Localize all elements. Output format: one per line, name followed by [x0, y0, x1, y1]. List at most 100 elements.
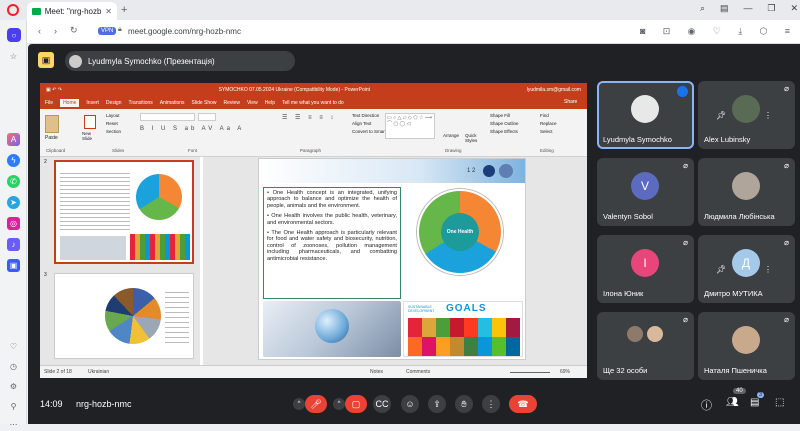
leave-call-button[interactable]: ☎︎: [509, 395, 537, 413]
participant-name: Lyudmyla Symochko: [603, 135, 672, 144]
eye-icon[interactable]: ◉: [688, 26, 696, 37]
new-slide-button[interactable]: [84, 115, 96, 129]
camera-icon[interactable]: ◙: [640, 26, 645, 37]
mic-dropdown-icon[interactable]: ^: [293, 398, 305, 410]
settings-icon[interactable]: ⚙: [7, 380, 20, 393]
participant-avatar: [647, 326, 663, 342]
ppt-tab[interactable]: Review: [224, 100, 240, 106]
text-direction-button[interactable]: Text Direction: [352, 113, 379, 118]
activities-icon[interactable]: ⬚: [775, 397, 784, 408]
whatsapp-icon[interactable]: ✆: [7, 175, 20, 188]
align-text-button[interactable]: Align Text: [352, 121, 371, 126]
shape-effects-button[interactable]: Shape Effects: [490, 129, 518, 134]
instagram-icon[interactable]: ◎: [7, 217, 20, 230]
forward-icon[interactable]: ›: [54, 26, 57, 36]
telegram-icon[interactable]: ➤: [7, 196, 20, 209]
url-text[interactable]: meet.google.com/nrg-hozb-nmc: [128, 27, 241, 36]
participant-tile[interactable]: Ще 32 особи ⌀: [597, 312, 694, 380]
camera-off-button[interactable]: ▢: [345, 395, 367, 413]
people-icon[interactable]: 👥︎: [726, 397, 739, 408]
search-tabs-icon[interactable]: ⌕: [700, 3, 705, 14]
shape-fill-button[interactable]: Shape Fill: [490, 113, 510, 118]
select-button[interactable]: Select: [540, 129, 553, 134]
download-icon[interactable]: ⤓: [738, 26, 742, 37]
info-icon[interactable]: ⓘ: [701, 397, 712, 413]
new-tab-button[interactable]: +: [121, 4, 127, 16]
ppt-tab[interactable]: Design: [106, 100, 122, 106]
find-button[interactable]: Find: [540, 113, 549, 118]
ppt-tab[interactable]: Slide Show: [192, 100, 217, 106]
participant-tile[interactable]: Alex Lubinsky ⌀ 📌︎ ⋮: [698, 81, 795, 149]
more-vert-icon[interactable]: ⋮: [764, 265, 772, 274]
player-icon[interactable]: ▣: [7, 259, 20, 272]
more-options-button[interactable]: ⋮: [482, 395, 500, 413]
music-icon[interactable]: ♪: [7, 238, 20, 251]
slide-thumbnail-3[interactable]: [54, 273, 194, 359]
participant-tile[interactable]: Lyudmyla Symochko: [597, 81, 694, 149]
shapes-gallery[interactable]: ▭ ○ △ ▱ ◇ ⬠ ☆ ⟶ ⌒ ▢ ◯ ◁: [385, 113, 435, 139]
ppt-tab[interactable]: Tell me what you want to do: [282, 100, 344, 106]
favorites-icon[interactable]: ♡: [7, 340, 20, 353]
opera-logo-icon[interactable]: [7, 4, 19, 16]
minimize-icon[interactable]: —: [743, 3, 752, 14]
layout-button[interactable]: Layout: [106, 113, 120, 118]
more-vert-icon[interactable]: ⋮: [764, 111, 772, 120]
zoom-slider[interactable]: [510, 372, 550, 373]
pin-icon[interactable]: 📌︎: [716, 111, 726, 120]
ppt-tab[interactable]: Help: [265, 100, 275, 106]
quick-styles-button[interactable]: Quick Styles: [465, 133, 487, 143]
participant-tile[interactable]: I Ілона Юник ⌀: [597, 235, 694, 303]
messenger-icon[interactable]: ϟ: [7, 154, 20, 167]
participant-tile[interactable]: Людмила Любінська ⌀: [698, 158, 795, 226]
participant-tile[interactable]: V Valentyn Sobol ⌀: [597, 158, 694, 226]
status-comments[interactable]: Comments: [406, 369, 430, 375]
replace-button[interactable]: Replace: [540, 121, 557, 126]
history-icon[interactable]: ◷: [7, 360, 20, 373]
vpn-badge[interactable]: VPN: [98, 27, 117, 35]
emoji-button[interactable]: ☺: [401, 395, 419, 413]
heart-icon[interactable]: ♡: [713, 26, 721, 37]
snapshot-icon[interactable]: ⊡: [663, 26, 671, 37]
tab-snap-icon[interactable]: ▤: [720, 3, 729, 14]
present-screen-button[interactable]: ⇪: [428, 395, 446, 413]
slide-thumbnail-2[interactable]: [54, 160, 194, 264]
font-format-buttons[interactable]: B I U S ab AV Aa A: [140, 126, 244, 132]
camera-dropdown-icon[interactable]: ^: [333, 398, 345, 410]
reload-icon[interactable]: ↻: [70, 25, 78, 36]
menu-icon[interactable]: ≡: [785, 26, 790, 37]
ppt-tab[interactable]: Animations: [160, 100, 185, 106]
pin-icon[interactable]: 📌︎: [716, 265, 726, 274]
star-icon[interactable]: ☆: [7, 50, 20, 63]
paragraph-buttons[interactable]: ☰ ☰ ≡ ≡ ↕: [282, 114, 336, 121]
ppt-tab[interactable]: File: [45, 100, 53, 106]
ppt-tab[interactable]: Transitions: [129, 100, 153, 106]
participant-tile[interactable]: Д Дмитро МУТИКА ⌀ 📌︎ ⋮: [698, 235, 795, 303]
pin-icon[interactable]: ⚲: [7, 400, 20, 413]
reset-button[interactable]: Reset: [106, 121, 118, 126]
browser-tab[interactable]: Meet: "nrg-hozb-... ✕: [27, 2, 117, 20]
back-icon[interactable]: ‹: [38, 26, 41, 36]
raise-hand-button[interactable]: ✋︎: [455, 395, 473, 413]
ppt-tab[interactable]: View: [247, 100, 258, 106]
shape-outline-button[interactable]: Shape Outline: [490, 121, 519, 126]
ppt-share-button[interactable]: Share: [564, 99, 577, 105]
more-icon[interactable]: ⋯: [7, 418, 20, 431]
maximize-icon[interactable]: ❐: [767, 3, 775, 14]
close-tab-icon[interactable]: ✕: [105, 7, 112, 16]
participant-tile[interactable]: Наталя Пшеничка ⌀: [698, 312, 795, 380]
mic-off-button[interactable]: 🎤︎: [305, 395, 327, 413]
close-window-icon[interactable]: ✕: [790, 3, 798, 14]
captions-button[interactable]: CC: [373, 395, 391, 413]
font-name-box[interactable]: [140, 113, 195, 121]
chat-icon[interactable]: ▤: [750, 397, 759, 408]
ppt-tab[interactable]: Home: [60, 98, 80, 107]
ppt-tab[interactable]: Insert: [86, 100, 99, 106]
arrange-button[interactable]: Arrange: [443, 133, 459, 138]
font-size-box[interactable]: [198, 113, 216, 121]
extensions-icon[interactable]: ⬡: [760, 26, 768, 37]
aria-chat-icon[interactable]: A: [7, 133, 20, 146]
status-notes[interactable]: Notes: [370, 369, 383, 375]
paste-button[interactable]: [45, 115, 59, 133]
aria-icon[interactable]: ○: [7, 28, 21, 42]
section-button[interactable]: Section: [106, 129, 121, 134]
